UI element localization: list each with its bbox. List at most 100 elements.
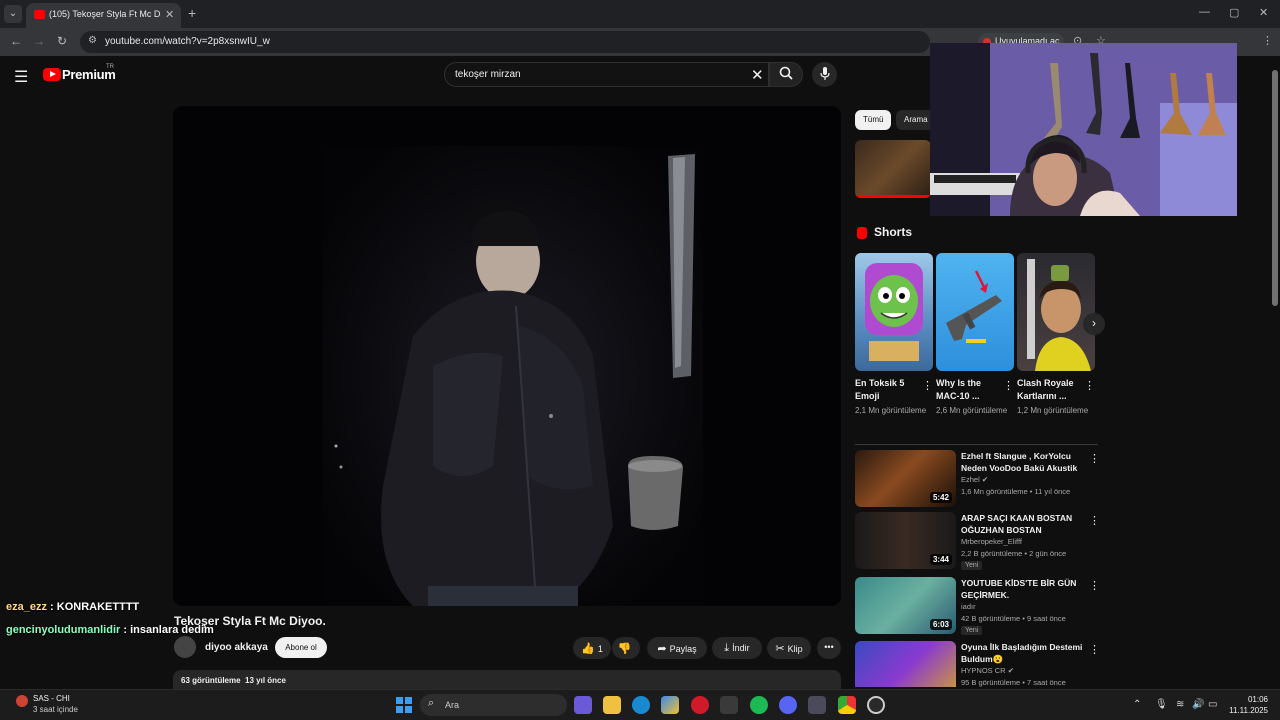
start-button[interactable] [396, 697, 412, 713]
clip-button[interactable]: ✂ Klip [767, 637, 811, 659]
settings-app-icon[interactable] [808, 696, 826, 714]
microphone-icon[interactable]: 🎙 [1155, 699, 1168, 710]
video-title[interactable]: YOUTUBE KİDS'TE BİR GÜN GEÇİRMEK. [961, 577, 1086, 601]
channel-name[interactable]: Ezhel ✔ [961, 475, 988, 484]
edge-icon[interactable] [632, 696, 650, 714]
channel-name[interactable]: HYPNOS CR ✔ [961, 666, 1014, 675]
discord-icon[interactable] [779, 696, 797, 714]
short-card[interactable]: En Toksik 5 Emoji ⋮ 2,1 Mn görüntüleme [855, 253, 933, 415]
chevron-up-icon[interactable]: ⌃ [1133, 699, 1141, 710]
new-tab-icon[interactable]: + [188, 5, 196, 21]
store-icon[interactable] [720, 696, 738, 714]
reload-icon[interactable]: ↻ [57, 34, 67, 48]
forward-icon[interactable]: → [33, 34, 45, 48]
video-menu-icon[interactable]: ⋮ [1089, 452, 1100, 465]
short-title[interactable]: Why Is the MAC-10 ... [936, 377, 1002, 403]
video-title[interactable]: Ezhel ft Slangue , KorYolcu Neden VooDoo… [961, 450, 1086, 474]
weather-icon[interactable] [16, 695, 28, 707]
weather-subtitle: 3 saat içinde [33, 705, 78, 714]
tab-close-icon[interactable]: ✕ [165, 8, 174, 21]
short-title[interactable]: En Toksik 5 Emoji [855, 377, 921, 403]
dislike-button[interactable]: 👎 [612, 637, 640, 659]
channel-name[interactable]: diyoo akkaya [205, 642, 268, 653]
clock-time[interactable]: 01:06 [1240, 695, 1268, 704]
video-title[interactable]: Oyuna İlk Başladığım Destemi Buldum😮 [961, 641, 1086, 665]
clock-date[interactable]: 11.11.2025 [1228, 706, 1268, 715]
short-thumbnail[interactable] [855, 253, 933, 371]
recommended-video[interactable]: Oyuna İlk Başladığım Destemi Buldum😮 HYP… [855, 641, 1100, 687]
windows-taskbar: SAS - CHI 3 saat içinde ⌕ Ara ⌃ 🎙 ≋ 🔊 ▭ … [0, 689, 1280, 720]
chrome-menu-icon[interactable]: ⋮ [1262, 34, 1273, 47]
battery-icon[interactable]: ▭ [1208, 699, 1217, 710]
video-thumbnail[interactable]: 5:42 [855, 450, 956, 507]
video-player[interactable] [173, 106, 841, 606]
new-badge: Yeni [961, 561, 983, 570]
country-code: TR [106, 64, 114, 70]
video-title[interactable]: ARAP SAÇI KAAN BOSTAN OĞUZHAN BOSTAN [961, 512, 1086, 536]
download-button[interactable]: ⤓ İndir [712, 637, 762, 659]
taskbar-search-label: Ara [445, 700, 460, 710]
video-menu-icon[interactable]: ⋮ [1089, 514, 1100, 527]
video-thumbnail[interactable] [855, 641, 956, 687]
video-menu-icon[interactable]: ⋮ [1089, 643, 1100, 656]
voice-search-button[interactable] [812, 62, 837, 87]
watch-progress-bar [855, 195, 931, 198]
back-icon[interactable]: ← [10, 34, 22, 48]
scrollbar-thumb[interactable] [1272, 70, 1278, 306]
short-menu-icon[interactable]: ⋮ [1003, 379, 1014, 392]
view-count: 63 görüntüleme [181, 676, 241, 685]
video-thumbnail[interactable]: 6:03 [855, 577, 956, 634]
video-menu-icon[interactable]: ⋮ [1089, 579, 1100, 592]
browser-tab[interactable]: (105) Tekoşer Styla Ft Mc Diyoo. ✕ [26, 3, 181, 28]
like-button[interactable]: 👍 1 [573, 637, 611, 659]
short-thumbnail[interactable] [1017, 253, 1095, 371]
chat-username: eza_ezz [6, 601, 47, 613]
video-meta: 1,6 Mn görüntüleme • 11 yıl önce [961, 487, 1071, 496]
volume-icon[interactable]: 🔊 [1192, 699, 1204, 710]
short-card[interactable]: Clash Royale Kartlarını ... ⋮ 1,2 Mn gör… [1017, 253, 1095, 415]
short-card[interactable]: Why Is the MAC-10 ... ⋮ 2,6 Mn görüntüle… [936, 253, 1014, 415]
tab-search-icon[interactable]: ⌄ [4, 5, 22, 23]
chip-all[interactable]: Tümü [855, 110, 892, 130]
copilot-icon[interactable] [661, 696, 679, 714]
opera-icon[interactable] [691, 696, 709, 714]
weather-title[interactable]: SAS - CHI [33, 694, 70, 703]
taskbar-search[interactable]: ⌕ Ara [420, 694, 567, 716]
subscribe-button[interactable]: Abone ol [275, 637, 327, 658]
short-menu-icon[interactable]: ⋮ [922, 379, 933, 392]
recommended-video[interactable]: 5:42 Ezhel ft Slangue , KorYolcu Neden V… [855, 450, 1100, 508]
share-button[interactable]: ➦ Paylaş [647, 637, 707, 659]
divider [855, 444, 1098, 445]
channel-avatar[interactable] [174, 636, 196, 658]
channel-name[interactable]: Mrberopeker_Elifff [961, 537, 1022, 546]
short-thumbnail[interactable] [936, 253, 1014, 371]
spotify-icon[interactable] [750, 696, 768, 714]
search-button[interactable] [769, 62, 803, 87]
site-info-icon[interactable]: ⚙ [88, 35, 97, 46]
short-title[interactable]: Clash Royale Kartlarını ... [1017, 377, 1083, 403]
clear-search-icon[interactable]: ✕ [751, 66, 764, 84]
recommended-video[interactable]: 6:03 YOUTUBE KİDS'TE BİR GÜN GEÇİRMEK. i… [855, 577, 1100, 635]
minimize-icon[interactable]: — [1199, 6, 1210, 18]
tab-title: (105) Tekoşer Styla Ft Mc Diyoo. [49, 9, 161, 19]
channel-name[interactable]: iadır [961, 602, 976, 611]
obs-icon[interactable] [867, 696, 885, 714]
more-actions-button[interactable]: ••• [817, 637, 841, 659]
address-bar[interactable]: ⚙ youtube.com/watch?v=2p8xsnwIU_w [80, 31, 930, 53]
video-thumbnail[interactable]: 3:44 [855, 512, 956, 569]
verified-icon: ✔ [1007, 666, 1014, 675]
menu-icon[interactable]: ☰ [14, 67, 28, 87]
search-input[interactable]: tekoşer mirzan ✕ [444, 62, 769, 87]
short-menu-icon[interactable]: ⋮ [1084, 379, 1095, 392]
close-window-icon[interactable]: ✕ [1259, 6, 1268, 19]
wifi-icon[interactable]: ≋ [1176, 699, 1184, 710]
chrome-icon[interactable] [838, 696, 856, 714]
teams-icon[interactable] [574, 696, 592, 714]
maximize-icon[interactable]: ▢ [1229, 6, 1239, 19]
page-scrollbar[interactable] [1270, 60, 1280, 690]
recommended-video[interactable]: 3:44 ARAP SAÇI KAAN BOSTAN OĞUZHAN BOSTA… [855, 512, 1100, 570]
file-explorer-icon[interactable] [603, 696, 621, 714]
recommended-thumbnail[interactable] [855, 140, 931, 198]
youtube-logo-icon[interactable] [43, 68, 61, 81]
shorts-next-button[interactable]: › [1083, 313, 1105, 335]
